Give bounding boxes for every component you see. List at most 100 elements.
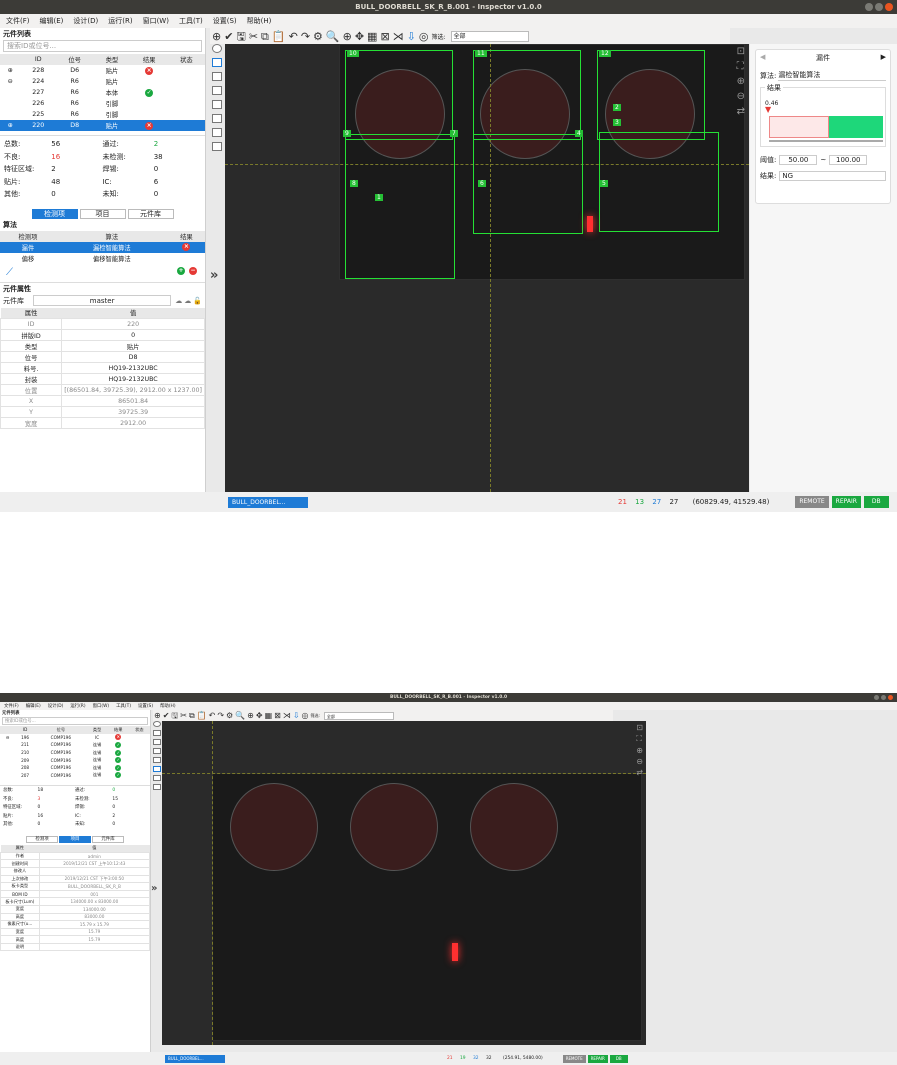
tab-project[interactable]: 项目: [79, 208, 126, 219]
menu-window[interactable]: 窗口(W): [93, 703, 110, 709]
menu-settings[interactable]: 设置(S): [138, 703, 153, 709]
zoom-in-icon[interactable]: ⊕: [737, 76, 745, 87]
menu-help[interactable]: 帮助(H): [160, 703, 176, 709]
check-icon[interactable]: ✔: [224, 31, 233, 42]
expand-plus-icon[interactable]: ⊕: [0, 65, 21, 76]
rect-tool-icon[interactable]: [212, 86, 222, 95]
swap-icon[interactable]: ⇄: [737, 106, 745, 117]
filter-select[interactable]: 全部: [450, 30, 529, 42]
table-row[interactable]: 225 R6 引脚: [0, 109, 205, 120]
fingerprint-icon[interactable]: ◎: [419, 31, 429, 42]
col-algo[interactable]: 算法: [56, 231, 168, 242]
corner-tool-icon[interactable]: [152, 757, 161, 763]
menu-file[interactable]: 文件(F): [4, 703, 19, 709]
prev-icon[interactable]: ◀: [760, 53, 765, 63]
tab-project[interactable]: 项目: [59, 835, 91, 843]
table-row[interactable]: ⊖ 224 R6 贴片: [0, 76, 205, 87]
paste-icon[interactable]: 📋: [272, 31, 286, 42]
inspection-box[interactable]: [473, 50, 581, 140]
col-result[interactable]: 结果: [168, 231, 205, 242]
select-tool-icon[interactable]: [152, 721, 161, 727]
search-input[interactable]: 搜索ID或位号...: [3, 40, 202, 52]
zoom-out-icon[interactable]: ⊖: [636, 757, 643, 766]
algo-row[interactable]: 偏移 偏移智能算法: [0, 253, 205, 264]
remove-icon[interactable]: −: [189, 266, 197, 275]
add-icon[interactable]: +: [177, 266, 185, 275]
copy-icon[interactable]: ⧉: [261, 31, 269, 42]
prop-value[interactable]: HQ19-2132UBC: [61, 362, 205, 374]
ic-tool-icon[interactable]: [212, 72, 222, 81]
menu-settings[interactable]: 设置(S): [213, 16, 237, 26]
menu-tools[interactable]: 工具(T): [179, 16, 203, 26]
remote-button[interactable]: REMOTE: [562, 1054, 586, 1063]
expand-plus-icon[interactable]: ⊕: [0, 120, 21, 131]
col-type[interactable]: 类型: [93, 54, 130, 65]
algo-select[interactable]: 漏检智能算法: [778, 70, 886, 81]
cut-icon[interactable]: ✂: [249, 31, 258, 42]
menu-design[interactable]: 设计(D): [73, 16, 98, 26]
ic-tool-icon[interactable]: [152, 739, 161, 745]
check-icon[interactable]: ✔: [163, 711, 170, 720]
prop-value[interactable]: 贴片: [61, 340, 205, 352]
zoom-icon[interactable]: 🔍: [326, 31, 340, 42]
download-icon[interactable]: ⇩: [407, 31, 416, 42]
corner-tool-icon[interactable]: [212, 100, 222, 109]
settings-icon[interactable]: ⚙: [226, 711, 233, 720]
wand-icon[interactable]: ⟋: [6, 267, 13, 278]
tab-inspection-items[interactable]: 检测项: [26, 835, 58, 843]
menu-window[interactable]: 窗口(W): [143, 16, 169, 26]
expand-panel-icon[interactable]: »: [210, 268, 218, 283]
undo-icon[interactable]: ↶: [289, 31, 298, 42]
col-ref[interactable]: 位号: [35, 726, 86, 734]
tab-library[interactable]: 元件库: [127, 208, 174, 219]
remote-button[interactable]: REMOTE: [795, 496, 829, 508]
select-tool-icon[interactable]: [212, 44, 222, 53]
search-input[interactable]: 搜索ID或位号...: [2, 717, 148, 725]
zoom-out-icon[interactable]: ⊖: [737, 91, 745, 102]
col-item[interactable]: 检测项: [0, 231, 56, 242]
maximize-button[interactable]: [881, 695, 886, 700]
table-row[interactable]: ⊖ 196 COMP196 IC ×: [0, 734, 150, 742]
inspection-box[interactable]: [345, 50, 453, 140]
redo-icon[interactable]: ↷: [217, 711, 224, 720]
menu-tools[interactable]: 工具(T): [116, 703, 131, 709]
settings-icon[interactable]: ⚙: [313, 31, 323, 42]
row-tool-icon[interactable]: [212, 128, 222, 137]
copy-icon[interactable]: ⧉: [189, 711, 195, 720]
pin-tool-icon[interactable]: [212, 114, 222, 123]
close-button[interactable]: [888, 695, 893, 700]
expand-minus-icon[interactable]: ⊖: [0, 76, 21, 87]
inspection-box[interactable]: [345, 134, 455, 279]
grid-icon[interactable]: ▦: [367, 31, 377, 42]
prop-value[interactable]: D8: [61, 351, 205, 363]
col-result[interactable]: 结果: [131, 54, 168, 65]
chip-tool-icon[interactable]: [212, 58, 222, 67]
zoom-in-icon[interactable]: ⊕: [247, 711, 254, 720]
repair-button[interactable]: REPAIR: [831, 496, 861, 508]
zoom-in-icon[interactable]: ⊕: [636, 746, 643, 755]
zoom-icon[interactable]: 🔍: [235, 711, 245, 720]
tab-library[interactable]: 元件库: [92, 835, 124, 843]
table-row-selected[interactable]: ⊕ 220 D8 贴片 ×: [0, 120, 205, 131]
prop-value[interactable]: 0: [61, 329, 205, 341]
minimize-button[interactable]: [865, 3, 873, 11]
expand-panel-icon[interactable]: »: [151, 883, 157, 894]
col-id[interactable]: ID: [21, 54, 57, 65]
table-row[interactable]: ⊕ 228 D6 贴片 ×: [0, 65, 205, 76]
algo-row-selected[interactable]: 漏件 漏检智能算法 ×: [0, 241, 205, 253]
library-field[interactable]: master: [33, 295, 172, 306]
menu-design[interactable]: 设计(D): [48, 703, 64, 709]
col-type[interactable]: 类型: [87, 726, 108, 734]
prop-value[interactable]: [38, 942, 151, 952]
move-icon[interactable]: ✥: [256, 711, 263, 720]
col-status[interactable]: 状态: [168, 54, 205, 65]
cloud-download-icon[interactable]: ☁: [175, 297, 182, 305]
connect-icon[interactable]: ⋊: [393, 31, 404, 42]
table-row[interactable]: 226 R6 引脚: [0, 98, 205, 109]
board-canvas[interactable]: 10 11 12 2 3 9 7 4 8 6 5 1 ⊡ ⛶ ⊕ ⊖ ⇄: [225, 44, 749, 492]
prop-value[interactable]: HQ19-2132UBC: [61, 373, 205, 385]
maximize-button[interactable]: [875, 3, 883, 11]
table-row[interactable]: 209 COMP196 连锡 ✓: [0, 756, 150, 764]
paste-icon[interactable]: 📋: [197, 711, 207, 720]
tab-inspection-items[interactable]: 检测项: [31, 208, 78, 219]
